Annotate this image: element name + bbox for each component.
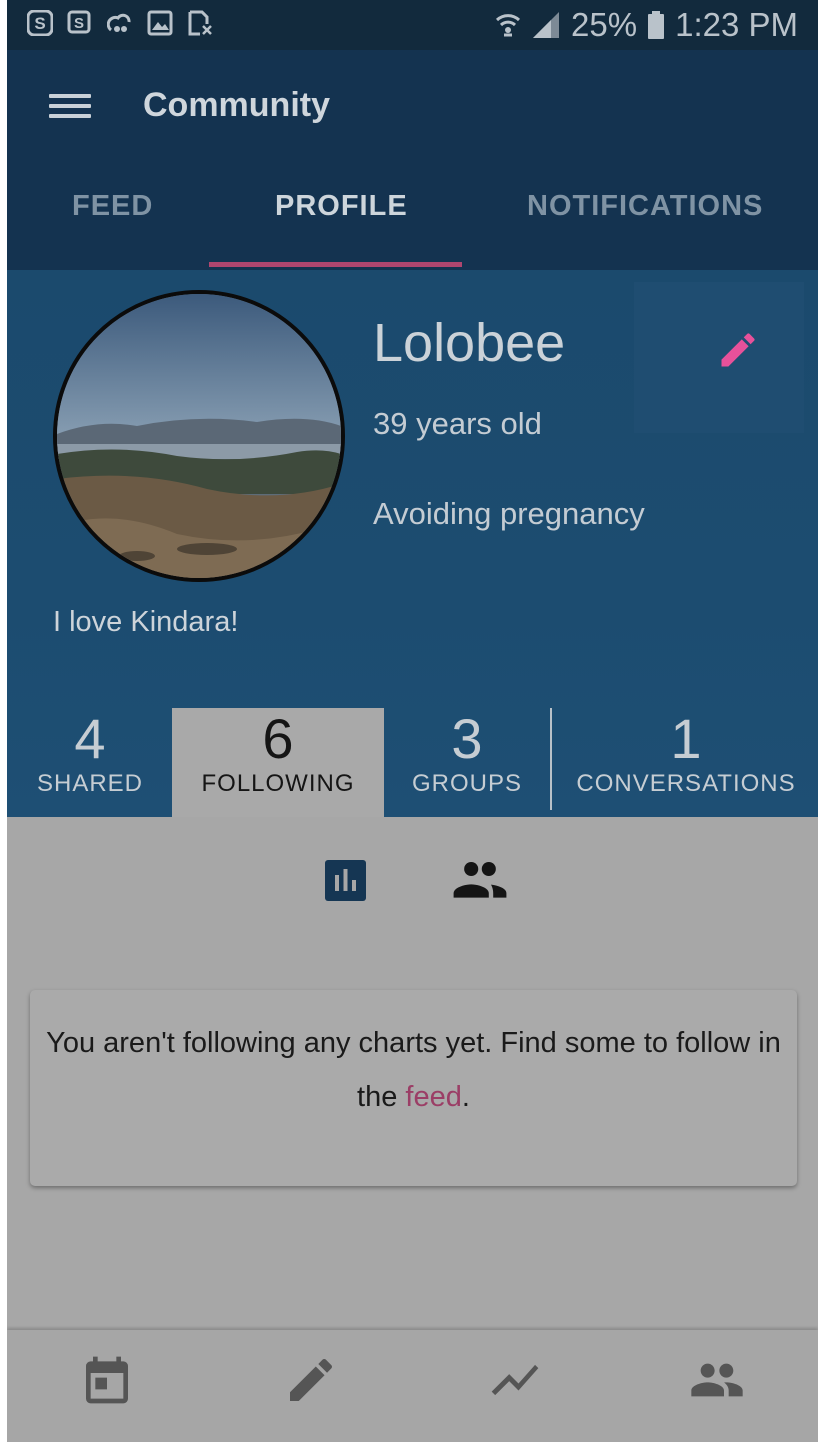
empty-following-card: You aren't following any charts yet. Fin…: [30, 990, 797, 1186]
screen: S S 25% 1:23 PM Community FEED PROFILE N…: [7, 0, 818, 1442]
image-icon: [147, 10, 173, 36]
battery-icon: [648, 11, 665, 39]
pencil-icon: [721, 333, 755, 367]
app-bar: Community FEED PROFILE NOTIFICATIONS: [7, 50, 818, 270]
people-view-toggle[interactable]: [453, 858, 507, 902]
profile-name: Lolobee: [373, 313, 566, 373]
app-title: Community: [143, 86, 330, 124]
tab-notifications[interactable]: NOTIFICATIONS: [527, 190, 763, 223]
stat-following-count: 6: [262, 707, 294, 770]
skype-icon: S: [67, 10, 91, 34]
avatar[interactable]: [53, 290, 345, 582]
svg-text:S: S: [74, 15, 84, 32]
stat-conversations[interactable]: 1 CONVERSATIONS: [557, 708, 815, 817]
status-bar: S S 25% 1:23 PM: [7, 0, 818, 50]
stat-conversations-label: CONVERSATIONS: [576, 770, 796, 797]
stat-shared-count: 4: [74, 707, 106, 770]
charts-view-toggle[interactable]: [325, 860, 366, 901]
cell-signal-icon: [533, 12, 560, 38]
profile-age: 39 years old: [373, 406, 542, 441]
stat-following[interactable]: 6 FOLLOWING: [172, 708, 384, 817]
avatar-landscape-photo: [57, 294, 341, 578]
stat-conversations-count: 1: [670, 707, 702, 770]
hamburger-menu-icon[interactable]: [45, 88, 95, 128]
calendar-icon[interactable]: [79, 1352, 135, 1408]
empty-message-end: .: [461, 1081, 470, 1113]
stat-groups-label: GROUPS: [411, 770, 522, 797]
pencil-icon[interactable]: [283, 1352, 339, 1408]
stat-shared[interactable]: 4 SHARED: [21, 708, 159, 817]
stat-following-label: FOLLOWING: [201, 770, 355, 797]
wifi-icon: [496, 14, 521, 37]
tab-feed[interactable]: FEED: [72, 190, 153, 223]
tab-profile[interactable]: PROFILE: [275, 190, 408, 223]
people-icon: [453, 861, 507, 898]
status-bar-right: 25% 1:23 PM: [495, 3, 798, 47]
active-tab-indicator: [209, 262, 462, 267]
stat-groups-count: 3: [451, 707, 483, 770]
bottom-nav: [7, 1330, 818, 1442]
sim-card-off-icon: [188, 10, 212, 36]
edit-profile-button[interactable]: [634, 282, 804, 433]
profile-goal: Avoiding pregnancy: [373, 496, 645, 531]
trend-chart-icon[interactable]: [487, 1352, 543, 1408]
stat-groups[interactable]: 3 GROUPS: [392, 708, 542, 817]
svg-text:S: S: [34, 14, 45, 33]
skype-icon: S: [27, 10, 53, 36]
clock: 1:23 PM: [675, 6, 798, 43]
stat-divider: [550, 708, 552, 810]
profile-bio: I love Kindara!: [53, 606, 239, 638]
feed-link[interactable]: feed: [405, 1081, 461, 1113]
cloud-sync-icon: [107, 13, 131, 32]
stat-shared-label: SHARED: [36, 770, 144, 797]
bar-chart-icon: [335, 869, 356, 891]
profile-header: Lolobee 39 years old Avoiding pregnancy …: [7, 270, 818, 817]
battery-percent: 25%: [571, 6, 638, 43]
people-icon[interactable]: [689, 1352, 745, 1408]
